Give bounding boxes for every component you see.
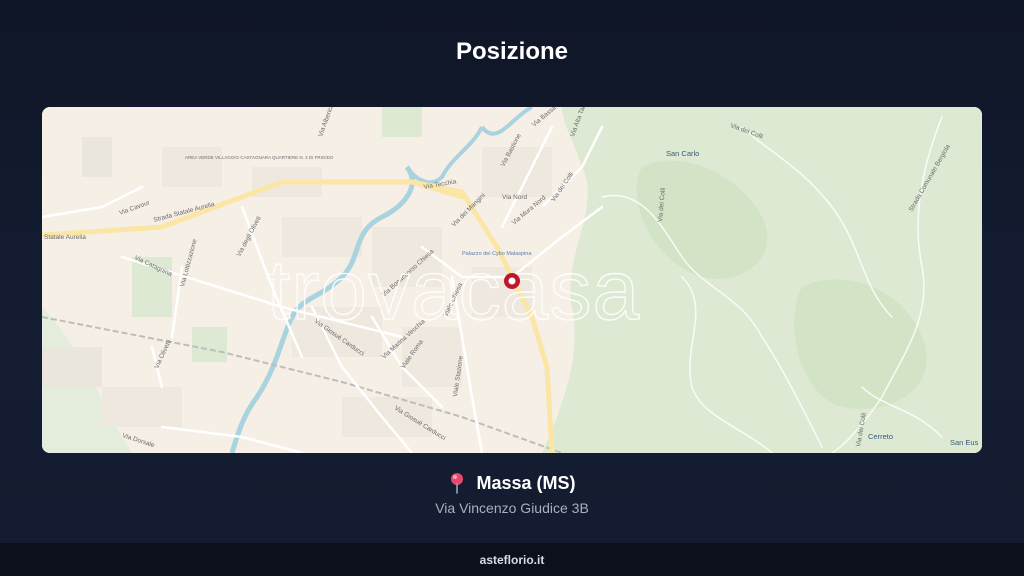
map-view[interactable]: Statale Aurelia Strada Statale Aurelia V… [42, 107, 982, 453]
round-pushpin-icon [451, 473, 464, 494]
footer: asteflorio.it [0, 543, 1024, 576]
street-address: Via Vincenzo Giudice 3B [435, 500, 589, 516]
map-label-via-nord: Via Nord [502, 194, 528, 201]
map-place-cerreto: Cerreto [868, 432, 893, 441]
location-info: Massa (MS) [0, 472, 1024, 494]
location-marker[interactable] [504, 273, 520, 289]
footer-site-link[interactable]: asteflorio.it [480, 553, 545, 567]
urban-block [82, 137, 112, 177]
map-place-san-carlo: San Carlo [666, 149, 699, 158]
map-place-san-eus: San Eus [950, 438, 979, 447]
trovacasa-watermark: trovacasa [267, 243, 640, 337]
page-title: Posizione [455, 38, 569, 65]
park-area [382, 107, 422, 137]
urban-block [42, 347, 102, 387]
map-label-area-verde: AREA VERDE VILLAGGIO CASTAGNARA QUARTIER… [185, 155, 334, 160]
park-area [192, 327, 227, 362]
city-name: Massa (MS) [476, 472, 576, 493]
map-label-statale-aurelia: Statale Aurelia [44, 234, 86, 241]
